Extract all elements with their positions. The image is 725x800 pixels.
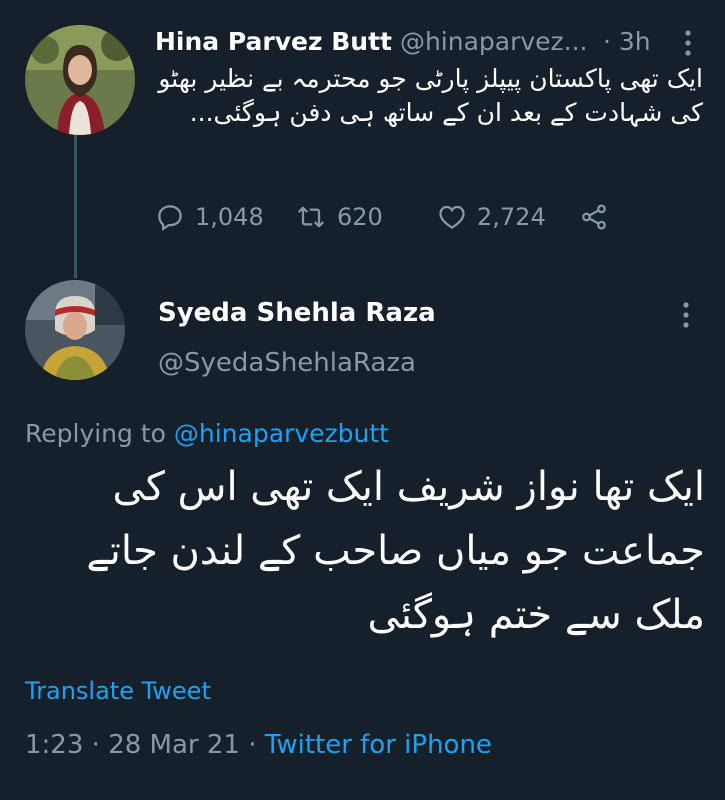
more-options-icon[interactable] [678,28,698,58]
author-name[interactable]: Syeda Shehla Raza [158,296,436,330]
author-handle[interactable]: @SyedaShehlaRaza [158,346,416,380]
avatar[interactable] [25,25,135,135]
tweet-meta: 1:23 · 28 Mar 21 · Twitter for iPhone [25,727,492,763]
author-handle[interactable]: @hinaparvez... [400,27,588,56]
separator-dot: · [239,730,265,760]
tweet-time: · 3h [603,22,651,62]
retweet-count: 620 [337,203,383,231]
relative-time: 3h [618,27,651,56]
like-button[interactable]: 2,724 [437,195,546,239]
tweet-date[interactable]: 28 Mar 21 [108,730,240,760]
more-options-icon[interactable] [676,300,696,330]
like-count: 2,724 [477,203,546,231]
retweet-icon [297,206,325,228]
separator-dot: · [83,730,109,760]
reply-count: 1,048 [195,203,264,231]
tweet-text: ایک تھی پاکستان پیپلز پارٹی جو محترمہ بے… [158,64,703,127]
retweet-button[interactable]: 620 [295,195,383,239]
reply-button[interactable]: 1,048 [155,195,264,239]
like-icon [439,205,465,229]
mention-link[interactable]: @hinaparvezbutt [174,419,389,448]
tweet-header: Hina Parvez Butt @hinaparvez... · 3h [155,22,705,62]
translate-tweet-link[interactable]: Translate Tweet [25,674,211,708]
reply-icon [158,205,182,231]
tweet-actions: 1,048 620 2,724 [155,195,625,239]
thread-connector-line [74,135,77,278]
author-name[interactable]: Hina Parvez Butt [155,27,392,56]
avatar[interactable] [25,280,125,380]
tweet-text: ایک تھا نواز شریف ایک تھی اس کی جماعت جو… [86,464,705,638]
tweet-time[interactable]: 1:23 [25,730,83,760]
share-button[interactable] [579,195,609,239]
share-icon [582,204,606,230]
separator-dot: · [603,27,611,56]
replying-prefix: Replying to [25,419,174,448]
tweet-source-link[interactable]: Twitter for iPhone [265,730,492,760]
replying-to: Replying to @hinaparvezbutt [25,417,389,451]
